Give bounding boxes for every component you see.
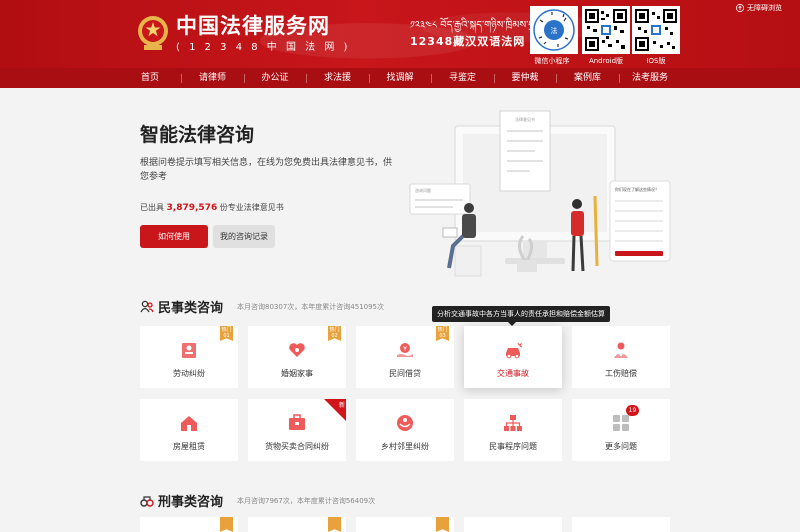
civil-section-stats: 本月咨询80307次，本年度累计咨询451095次 <box>237 302 385 311</box>
hot-tag: 热门 03 <box>436 326 449 341</box>
work-injury-icon <box>614 342 628 358</box>
my-records-button[interactable]: 我的咨询记录 <box>213 225 275 248</box>
nav-home[interactable]: 首页 <box>119 68 182 88</box>
accessible-label: 无障碍浏览 <box>747 4 782 12</box>
svg-text:法: 法 <box>551 26 558 35</box>
svg-text:法律意见书: 法律意见书 <box>515 116 535 122</box>
card-private-loan[interactable]: 热门 03 ¥ 民间借贷 <box>356 326 454 388</box>
accessibility-icon <box>736 4 744 12</box>
card-goods-contract[interactable]: 新 货物买卖合同纠纷 <box>248 399 346 461</box>
criminal-section-title: 刑事类咨询 <box>158 495 224 510</box>
svg-text:¥: ¥ <box>403 346 407 353</box>
site-header: 中国法律服务网 ( 1 2 3 4 8 中 国 法 网 ) ༡༢༣༤༨ བོད་… <box>0 0 800 68</box>
site-title[interactable]: 中国法律服务网 <box>176 10 330 40</box>
ios-qr-icon <box>635 9 677 51</box>
card-neighbor-dispute[interactable]: 乡村邻里纠纷 <box>356 399 454 461</box>
car-accident-icon <box>506 342 523 359</box>
hot-tag <box>328 517 341 532</box>
nav-lawyer[interactable]: 请律师 <box>181 68 244 88</box>
neighbor-icon <box>397 415 413 431</box>
card-label: 房屋租赁 <box>173 442 205 451</box>
svg-text:咨询问题: 咨询问题 <box>415 187 431 193</box>
card-more-questions[interactable]: 更多问题 <box>572 399 670 461</box>
hot-tag: 热门 02 <box>328 326 341 341</box>
wechat-miniprogram-qr[interactable]: 法 <box>530 6 578 54</box>
site-subtitle: ( 1 2 3 4 8 中 国 法 网 ) <box>176 42 351 53</box>
issued-count: 3,879,576 <box>166 203 218 213</box>
issued-count-line: 已出具 3,879,576 份专业法律意见书 <box>140 202 284 213</box>
page-title: 智能法律咨询 <box>140 124 255 146</box>
goods-contract-icon <box>289 414 305 430</box>
card-label: 民间借贷 <box>389 369 421 378</box>
android-qr[interactable] <box>582 6 630 54</box>
criminal-card[interactable] <box>464 517 562 532</box>
nav-law-exam[interactable]: 法考服务 <box>618 68 682 88</box>
hot-tag <box>436 517 449 532</box>
card-label: 货物买卖合同纠纷 <box>265 442 329 451</box>
card-label: 婚姻家事 <box>281 369 313 378</box>
ios-qr[interactable] <box>632 6 680 54</box>
hot-tag <box>220 517 233 532</box>
card-civil-procedure[interactable]: 民事程序问题 <box>464 399 562 461</box>
criminal-card[interactable] <box>140 517 238 532</box>
card-labor-dispute[interactable]: 热门 01 劳动纠纷 <box>140 326 238 388</box>
main-nav: 首页 请律师 办公证 求法援 找调解 寻鉴定 要仲裁 案例库 法考服务 <box>0 68 800 88</box>
android-qr-icon <box>585 9 627 51</box>
national-emblem-icon[interactable] <box>136 14 170 52</box>
card-label: 劳动纠纷 <box>173 369 205 378</box>
hero-description: 根据问卷提示填写相关信息，在线为您免费出具法律意见书，供您参考 <box>140 158 393 182</box>
nav-arbitration[interactable]: 要仲裁 <box>493 68 557 88</box>
accessible-browsing-link[interactable]: 无障碍浏览 <box>736 3 782 13</box>
more-count-badge: 19 <box>626 405 639 416</box>
how-to-use-button[interactable]: 如何使用 <box>140 225 208 248</box>
users-icon <box>140 300 154 312</box>
procedure-icon <box>504 415 522 431</box>
svg-text:你们现在了解这些情况？: 你们现在了解这些情况？ <box>615 186 659 192</box>
nav-mediation[interactable]: 找调解 <box>368 68 432 88</box>
card-traffic-accident[interactable]: 交通事故 <box>464 326 562 388</box>
nav-appraisal[interactable]: 寻鉴定 <box>431 68 494 88</box>
card-house-rent[interactable]: 房屋租赁 <box>140 399 238 461</box>
criminal-card[interactable] <box>356 517 454 532</box>
wechat-qr-icon: 法 <box>533 9 575 51</box>
card-marriage[interactable]: 热门 02 婚姻家事 <box>248 326 346 388</box>
qr-label-ios: IOS版 <box>646 57 666 65</box>
civil-section-title: 民事类咨询 <box>158 301 224 316</box>
issued-prefix: 已出具 <box>140 203 164 212</box>
marriage-icon <box>289 343 305 357</box>
new-tag: 新 <box>324 399 346 421</box>
labor-dispute-icon <box>182 343 196 358</box>
criminal-section-header: 刑事类咨询 本月咨询7967次，本年度累计咨询56409次 <box>140 491 375 510</box>
card-work-injury[interactable]: 工伤赔偿 <box>572 326 670 388</box>
criminal-card[interactable] <box>248 517 346 532</box>
card-label: 乡村邻里纠纷 <box>381 442 429 451</box>
criminal-section-stats: 本月咨询7967次，本年度累计咨询56409次 <box>237 496 376 505</box>
bilingual-title: 12348藏汉双语法网 <box>410 35 526 48</box>
civil-section-header: 民事类咨询 本月咨询80307次，本年度累计咨询451095次 <box>140 297 384 316</box>
handcuffs-icon <box>140 495 154 507</box>
hot-tag: 热门 01 <box>220 326 233 341</box>
hero-illustration: 法律意见书 咨询问题 你们现在了解这些情况？ <box>409 110 671 277</box>
house-rent-icon <box>181 416 197 431</box>
nav-legal-aid[interactable]: 求法援 <box>306 68 369 88</box>
criminal-card[interactable] <box>572 517 670 532</box>
card-tooltip: 分析交通事故中各方当事人的责任承担和赔偿金额估算 <box>432 306 610 326</box>
more-icon <box>613 415 629 431</box>
card-label: 更多问题 <box>605 442 637 451</box>
nav-case-library[interactable]: 案例库 <box>556 68 619 88</box>
qr-label-wechat: 微信小程序 <box>534 57 570 65</box>
nav-notary[interactable]: 办公证 <box>243 68 307 88</box>
issued-suffix: 份专业法律意见书 <box>219 203 284 212</box>
card-label: 工伤赔偿 <box>605 369 637 378</box>
card-label: 交通事故 <box>497 369 529 378</box>
loan-icon: ¥ <box>397 343 413 357</box>
card-label: 民事程序问题 <box>489 442 537 451</box>
